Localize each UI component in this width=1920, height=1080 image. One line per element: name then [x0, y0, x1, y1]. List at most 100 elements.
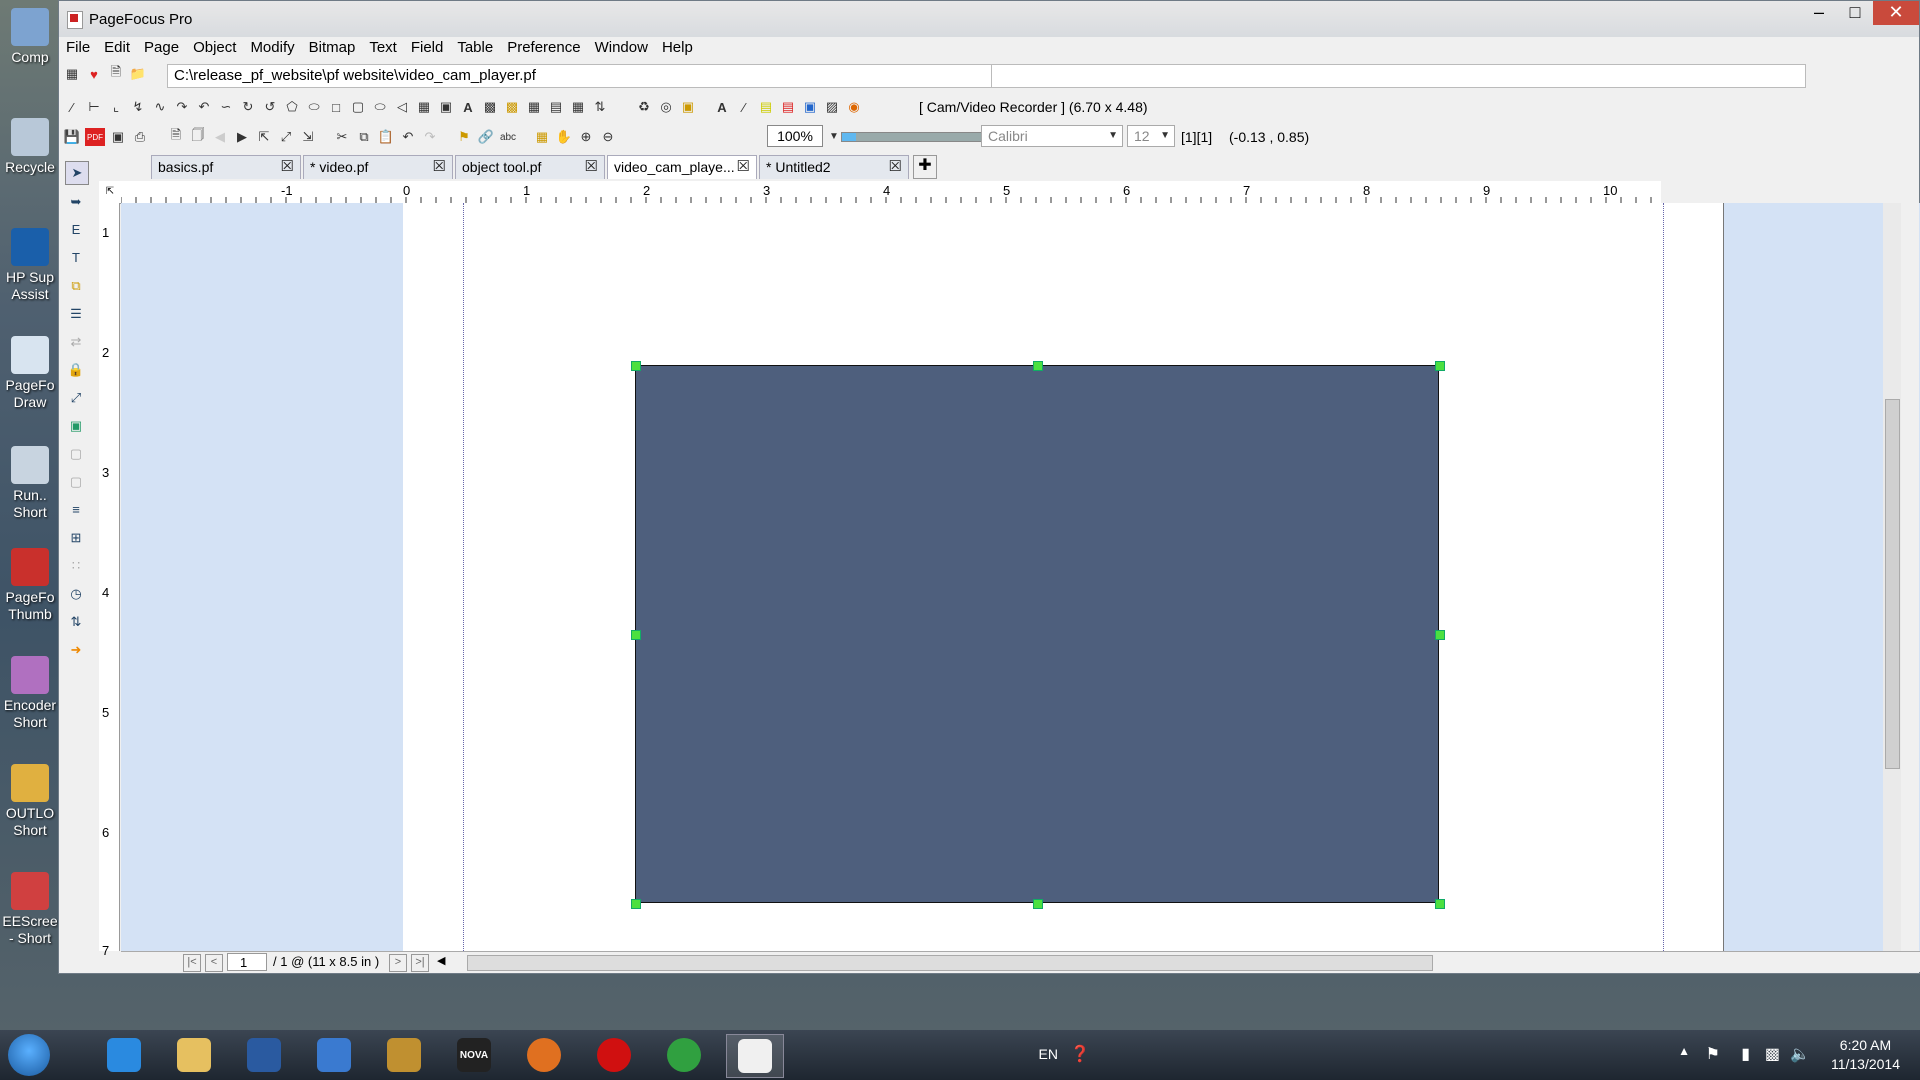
taskbar-windows-app[interactable] — [306, 1034, 362, 1076]
font-color-icon[interactable]: A — [713, 98, 731, 116]
curve-tool-icon[interactable]: ↷ — [173, 98, 191, 116]
prev-page-button[interactable]: < — [205, 954, 223, 972]
arrow-shape-tool-icon[interactable]: ◁ — [393, 98, 411, 116]
transform-icon[interactable]: ▢ — [65, 471, 87, 493]
transparency-icon[interactable]: ▨ — [823, 98, 841, 116]
vertical-scroll-thumb[interactable] — [1885, 399, 1900, 769]
resize-handle-left[interactable] — [631, 630, 641, 640]
spellcheck-icon[interactable]: abc — [499, 128, 517, 146]
tab-video-cam-player[interactable]: video_cam_playe... ☒ — [607, 155, 757, 179]
table-tool-icon[interactable]: ▦ — [415, 98, 433, 116]
redo-icon[interactable]: ↷ — [421, 128, 439, 146]
close-tab-icon[interactable]: ☒ — [585, 156, 598, 178]
layers-icon[interactable]: ≡ — [65, 499, 87, 521]
send-back-icon[interactable]: ⇲ — [299, 128, 317, 146]
menu-modify[interactable]: Modify — [243, 37, 301, 61]
grid-tool-icon[interactable]: ▦ — [569, 98, 587, 116]
freehand-tool-icon[interactable]: ∿ — [151, 98, 169, 116]
scroll-left-icon[interactable]: ◀ — [437, 954, 445, 967]
tab-video[interactable]: * video.pf ☒ — [303, 155, 453, 179]
desktop-icon-outlook[interactable]: OUTLO Short — [0, 764, 60, 839]
horizontal-scroll-thumb[interactable] — [467, 955, 1433, 971]
highlight-color-icon[interactable]: ▤ — [757, 98, 775, 116]
new-tab-button[interactable]: ✚ — [913, 155, 937, 179]
network-icon[interactable]: ▩ — [1765, 1044, 1780, 1064]
grid-view-icon[interactable]: ▦ — [63, 65, 81, 83]
line-color-icon[interactable]: ∕ — [735, 98, 753, 116]
tab-basics[interactable]: basics.pf ☒ — [151, 155, 301, 179]
taskbar-app-check[interactable] — [236, 1034, 292, 1076]
resize-handle-bottom[interactable] — [1033, 899, 1043, 909]
close-tab-icon[interactable]: ☒ — [433, 156, 446, 178]
fill-color-icon[interactable]: ▣ — [679, 98, 697, 116]
tab-untitled2[interactable]: * Untitled2 ☒ — [759, 155, 909, 179]
menu-text[interactable]: Text — [362, 37, 404, 61]
arc-tool-icon[interactable]: ∽ — [217, 98, 235, 116]
polygon-tool-icon[interactable]: ⬠ — [283, 98, 301, 116]
favorite-heart-icon[interactable]: ♥ — [85, 65, 103, 83]
bezier-tool-icon[interactable]: ↶ — [195, 98, 213, 116]
taskbar-lock-app[interactable] — [376, 1034, 432, 1076]
group-icon[interactable]: ⧉ — [65, 275, 87, 297]
size-dropdown-icon[interactable]: ▼ — [1160, 126, 1170, 146]
red-color-icon[interactable]: ▤ — [779, 98, 797, 116]
clock[interactable]: 6:20 AM 11/13/2014 — [1831, 1036, 1900, 1074]
sort-tool-icon[interactable]: ⇅ — [591, 98, 609, 116]
menu-edit[interactable]: Edit — [97, 37, 137, 61]
image-tool-icon[interactable]: ▣ — [437, 98, 455, 116]
resize-handle-top-left[interactable] — [631, 361, 641, 371]
title-bar[interactable]: PageFocus Pro – □ ✕ — [59, 1, 1919, 37]
taskbar-nova[interactable]: NOVA — [446, 1034, 502, 1076]
type-tool-icon[interactable]: T — [65, 247, 87, 269]
pan-icon[interactable]: ✋ — [555, 128, 573, 146]
link-icon[interactable]: 🔗 — [477, 128, 495, 146]
resize-handle-bottom-left[interactable] — [631, 899, 641, 909]
close-tab-icon[interactable]: ☒ — [737, 156, 750, 178]
loop-tool-icon[interactable]: ↺ — [261, 98, 279, 116]
resize-handle-top[interactable] — [1033, 361, 1043, 371]
color-wheel-icon[interactable]: ◉ — [845, 98, 863, 116]
cam-video-recorder-object[interactable] — [635, 365, 1439, 903]
line-tool-icon[interactable]: ∕ — [63, 98, 81, 116]
maximize-button[interactable]: □ — [1837, 1, 1873, 25]
first-page-button[interactable]: |< — [183, 954, 201, 972]
flag-icon[interactable]: ⚑ — [455, 128, 473, 146]
volume-icon[interactable]: 🔈 — [1790, 1044, 1810, 1064]
align-icon[interactable]: ☰ — [65, 303, 87, 325]
edit-text-icon[interactable]: E — [65, 219, 87, 241]
web-export-icon[interactable]: ▣ — [109, 128, 127, 146]
copy-icon[interactable]: ⧉ — [355, 128, 373, 146]
nav-forward-icon[interactable]: ▶ — [233, 128, 251, 146]
menu-window[interactable]: Window — [588, 37, 655, 61]
desktop-icon-computer[interactable]: Comp — [0, 8, 60, 66]
file-path-field[interactable]: C:\release_pf_website\pf website\video_c… — [167, 64, 1027, 88]
language-indicator[interactable]: EN — [1039, 1046, 1058, 1062]
rectangle-tool-icon[interactable]: □ — [327, 98, 345, 116]
taskbar-explorer[interactable] — [166, 1034, 222, 1076]
close-button[interactable]: ✕ — [1873, 1, 1919, 25]
next-page-button[interactable]: > — [389, 954, 407, 972]
font-family-select[interactable]: Calibri ▼ — [981, 125, 1123, 147]
open-folder-icon[interactable]: 📁 — [129, 65, 147, 83]
pattern-fill-icon[interactable]: ◎ — [657, 98, 675, 116]
crop-icon[interactable]: ▢ — [65, 443, 87, 465]
zoom-slider[interactable] — [841, 132, 983, 142]
last-page-button[interactable]: >| — [411, 954, 429, 972]
taskbar-chrome[interactable] — [656, 1034, 712, 1076]
show-hidden-icons[interactable]: ▲ — [1678, 1044, 1690, 1058]
close-tab-icon[interactable]: ☒ — [281, 156, 294, 178]
menu-preference[interactable]: Preference — [500, 37, 587, 61]
search-field[interactable] — [991, 64, 1806, 88]
print-icon[interactable]: ⎙ — [131, 128, 149, 146]
paste-icon[interactable]: 📋 — [377, 128, 395, 146]
nav-back-icon[interactable]: ◀ — [211, 128, 229, 146]
scroll-tool-icon[interactable]: ⇅ — [65, 611, 87, 633]
calendar-tool-icon[interactable]: ▦ — [525, 98, 543, 116]
fit-page-icon[interactable]: ⤢ — [277, 128, 295, 146]
font-size-select[interactable]: 12 ▼ — [1127, 125, 1175, 147]
taskbar-firefox[interactable] — [516, 1034, 572, 1076]
cut-icon[interactable]: ✂ — [333, 128, 351, 146]
close-tab-icon[interactable]: ☒ — [889, 156, 902, 178]
vertical-scrollbar[interactable] — [1883, 203, 1901, 951]
distribute-icon[interactable]: ⇄ — [65, 331, 87, 353]
